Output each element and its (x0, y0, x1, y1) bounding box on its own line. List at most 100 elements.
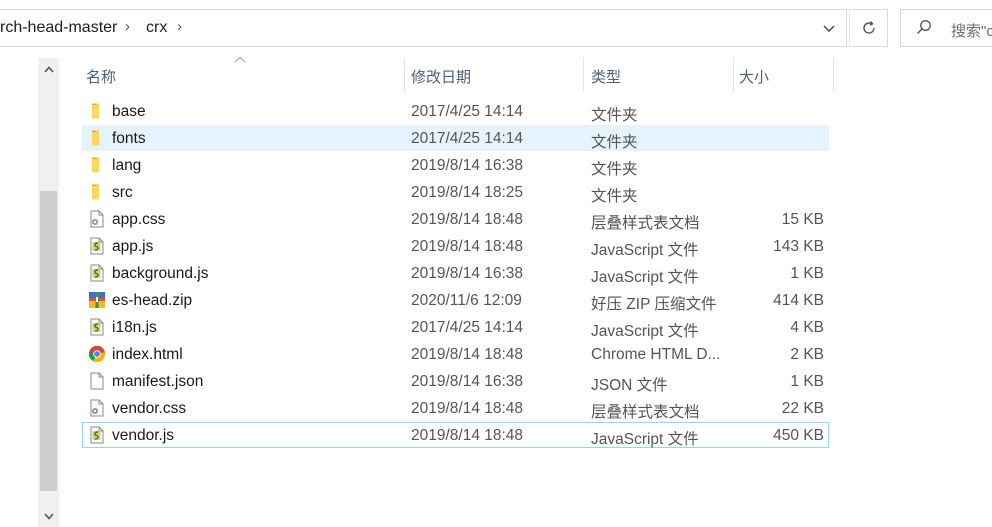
file-name: base (112, 103, 146, 120)
folder-icon (88, 102, 106, 120)
css-file-icon (88, 210, 106, 228)
file-size: 414 KB (773, 292, 824, 309)
css-file-icon (88, 399, 106, 417)
file-size: 143 KB (773, 238, 824, 255)
breadcrumb-separator-2[interactable]: › (177, 18, 182, 35)
file-date: 2019/8/14 18:48 (411, 346, 524, 363)
js-file-icon (88, 237, 106, 255)
chevron-down-icon (823, 25, 835, 32)
folder-icon (88, 156, 106, 174)
file-date: 2019/8/14 18:25 (411, 184, 524, 201)
file-date: 2017/4/25 14:14 (411, 319, 524, 336)
file-name: index.html (112, 346, 183, 363)
search-placeholder: 搜索"c (951, 23, 992, 40)
file-name: background.js (112, 265, 209, 282)
column-header-name-label: 名称 (86, 69, 117, 86)
file-row[interactable]: lang 2019/8/14 16:38 文件夹 (82, 152, 829, 178)
file-date: 2019/8/14 16:38 (411, 373, 524, 390)
address-history-button[interactable] (816, 16, 842, 42)
column-header-type-label: 类型 (591, 69, 622, 86)
file-name: vendor.js (112, 427, 175, 444)
column-header-size[interactable]: 大小 (733, 58, 833, 92)
column-header-date-label: 修改日期 (411, 69, 472, 86)
file-size: 450 KB (773, 427, 824, 444)
file-row[interactable]: app.css 2019/8/14 18:48 层叠样式表文档 15 KB (82, 206, 829, 232)
file-date: 2019/8/14 16:38 (411, 157, 524, 174)
chevron-up-icon (43, 65, 54, 73)
file-size: 22 KB (781, 400, 824, 417)
scroll-up-button[interactable] (38, 58, 59, 80)
file-name: lang (112, 157, 142, 174)
file-row[interactable]: app.js 2019/8/14 18:48 JavaScript 文件 143 KB (82, 233, 829, 259)
file-date: 2019/8/14 18:48 (411, 238, 524, 255)
file-type: JSON 文件 (591, 377, 668, 394)
zip-file-icon (88, 291, 106, 309)
blank-file-icon (88, 372, 106, 390)
file-row[interactable]: background.js 2019/8/14 16:38 JavaScript 文… (82, 260, 829, 286)
file-date: 2019/8/14 16:38 (411, 265, 524, 282)
file-row[interactable]: es-head.zip 2020/11/6 12:09 好压 ZIP 压缩文件 414… (82, 287, 829, 313)
column-header-type[interactable]: 类型 (583, 58, 733, 92)
file-type: 层叠样式表文档 (591, 404, 700, 421)
js-file-icon (88, 318, 106, 336)
column-header-date[interactable]: 修改日期 (404, 58, 583, 92)
file-name: vendor.css (112, 400, 187, 417)
file-type: 层叠样式表文档 (591, 215, 700, 232)
js-file-icon (88, 264, 106, 282)
address-bar: rch-head-master › crx › 搜索"c (0, 0, 992, 58)
file-name: manifest.json (112, 373, 204, 390)
file-size: 1 KB (790, 373, 824, 390)
file-name: es-head.zip (112, 292, 193, 309)
js-file-icon (88, 426, 106, 444)
breadcrumb-parent[interactable]: rch-head-master (0, 19, 117, 37)
folder-icon (88, 129, 106, 147)
file-row[interactable]: vendor.js 2019/8/14 18:48 JavaScript 文件 450… (82, 422, 829, 448)
refresh-icon (862, 21, 875, 34)
file-type: 文件夹 (591, 134, 638, 151)
column-header-size-label: 大小 (739, 69, 770, 86)
file-size: 15 KB (781, 211, 824, 228)
file-row[interactable]: index.html 2019/8/14 18:48 Chrome HTML D..… (82, 341, 829, 367)
scroll-thumb[interactable] (40, 191, 57, 491)
file-name: app.css (112, 211, 166, 228)
file-row[interactable]: manifest.json 2019/8/14 16:38 JSON 文件 1 KB (82, 368, 829, 394)
file-date: 2020/11/6 12:09 (411, 292, 522, 309)
file-row[interactable]: base 2017/4/25 14:14 文件夹 (82, 98, 829, 124)
file-date: 2019/8/14 18:48 (411, 211, 524, 228)
refresh-button[interactable] (849, 9, 888, 47)
breadcrumb-separator[interactable]: › (125, 18, 130, 35)
file-date: 2019/8/14 18:48 (411, 427, 524, 444)
file-type: JavaScript 文件 (591, 269, 699, 286)
file-name: i18n.js (112, 319, 157, 336)
file-size: 4 KB (790, 319, 824, 336)
file-type: 文件夹 (591, 107, 638, 124)
file-date: 2019/8/14 18:48 (411, 400, 524, 417)
folder-icon (88, 183, 106, 201)
file-type: JavaScript 文件 (591, 431, 699, 448)
breadcrumb-current[interactable]: crx (146, 19, 167, 37)
chrome-icon (88, 345, 106, 363)
chevron-down-icon (43, 512, 54, 520)
file-date: 2017/4/25 14:14 (411, 130, 524, 147)
file-row[interactable]: vendor.css 2019/8/14 18:48 层叠样式表文档 22 KB (82, 395, 829, 421)
file-date: 2017/4/25 14:14 (411, 103, 524, 120)
file-type: 文件夹 (591, 188, 638, 205)
file-type: JavaScript 文件 (591, 242, 699, 259)
file-type: 文件夹 (591, 161, 638, 178)
file-size: 1 KB (790, 265, 824, 282)
file-type: Chrome HTML D... (591, 346, 721, 363)
nav-pane-scrollbar[interactable] (38, 58, 59, 527)
file-row[interactable]: i18n.js 2017/4/25 14:14 JavaScript 文件 4 KB (82, 314, 829, 340)
file-type: 好压 ZIP 压缩文件 (591, 296, 717, 313)
file-row[interactable]: src 2019/8/14 18:25 文件夹 (82, 179, 829, 205)
file-type: JavaScript 文件 (591, 323, 699, 340)
column-divider[interactable] (833, 58, 834, 92)
file-size: 2 KB (790, 346, 824, 363)
scroll-down-button[interactable] (38, 505, 59, 527)
file-name: src (112, 184, 133, 201)
file-name: app.js (112, 238, 154, 255)
file-name: fonts (112, 130, 146, 147)
search-icon (917, 20, 931, 34)
column-header-name[interactable]: 名称 (78, 58, 404, 92)
file-row[interactable]: fonts 2017/4/25 14:14 文件夹 (82, 125, 829, 151)
